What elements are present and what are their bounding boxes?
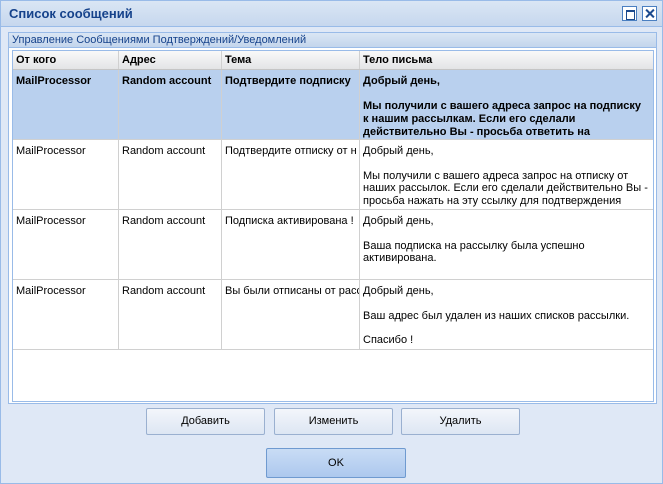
grid-header-row: От кого Адрес Тема Тело письма [13,51,653,70]
table-row[interactable]: MailProcessor Random account Подтвердите о… [13,140,653,210]
table-row[interactable]: MailProcessor Random account Подписка акти… [13,210,653,280]
cell-subject: Подтвердите подписку [222,70,360,139]
cell-address: Random account [119,280,222,349]
body-line: Ваша подписка на рассылку была успешно а… [363,239,585,265]
body-line: Добрый день, [363,75,440,87]
cell-body: Добрый день, Ваша подписка на рассылку бы… [360,210,653,279]
cell-body: Добрый день, Мы получили с вашего адреса … [360,70,653,139]
cell-subject: Подписка активирована ! [222,210,360,279]
body-line: Спасибо ! [363,334,414,346]
table-row[interactable]: MailProcessor Random account Вы были отпис… [13,280,653,350]
body-line [363,322,649,334]
body-line: Ваш адрес был удален из наших списков ра… [363,309,630,322]
column-header-address[interactable]: Адрес [119,51,222,69]
messages-panel: Управление Сообщениями Подтверждений/Уве… [8,32,657,404]
close-icon[interactable] [642,6,657,21]
grid-rows: MailProcessor Random account Подтвердите п… [13,70,653,350]
window-titlebar[interactable]: Список сообщений [1,1,662,27]
maximize-icon[interactable] [622,6,637,21]
column-header-body[interactable]: Тело письма [360,51,653,69]
message-list-window: Список сообщений Управление Сообщениями … [0,0,663,484]
cell-from: MailProcessor [13,280,119,349]
delete-button[interactable]: Удалить [401,408,520,435]
messages-grid: От кого Адрес Тема Тело письма MailProce… [12,50,654,402]
cell-body: Добрый день, Ваш адрес был удален из наши… [360,280,653,349]
body-line: Добрый день, [363,145,434,157]
body-line: Мы получили с вашего адреса запрос на от… [363,169,648,207]
cell-subject: Подтвердите отписку от н [222,140,360,209]
panel-header: Управление Сообщениями Подтверждений/Уве… [9,33,656,48]
body-line [363,158,649,170]
cell-address: Random account [119,70,222,139]
ok-button[interactable]: OK [266,448,406,478]
body-line: Мы получили с вашего адреса запрос на по… [363,100,641,138]
cell-from: MailProcessor [13,140,119,209]
body-line [363,88,649,100]
window-title: Список сообщений [9,6,133,21]
cell-from: MailProcessor [13,70,119,139]
cell-subject: Вы были отписаны от расс [222,280,360,349]
body-line [363,228,649,240]
table-row[interactable]: MailProcessor Random account Подтвердите п… [13,70,653,140]
cell-from: MailProcessor [13,210,119,279]
body-line: Добрый день, [363,285,434,297]
body-line: Добрый день, [363,215,434,227]
cell-address: Random account [119,140,222,209]
column-header-from[interactable]: От кого [13,51,119,69]
edit-button[interactable]: Изменить [274,408,393,435]
body-line [363,298,649,310]
cell-body: Добрый день, Мы получили с вашего адреса … [360,140,653,209]
column-header-subject[interactable]: Тема [222,51,360,69]
cell-address: Random account [119,210,222,279]
add-button[interactable]: Добавить [146,408,265,435]
